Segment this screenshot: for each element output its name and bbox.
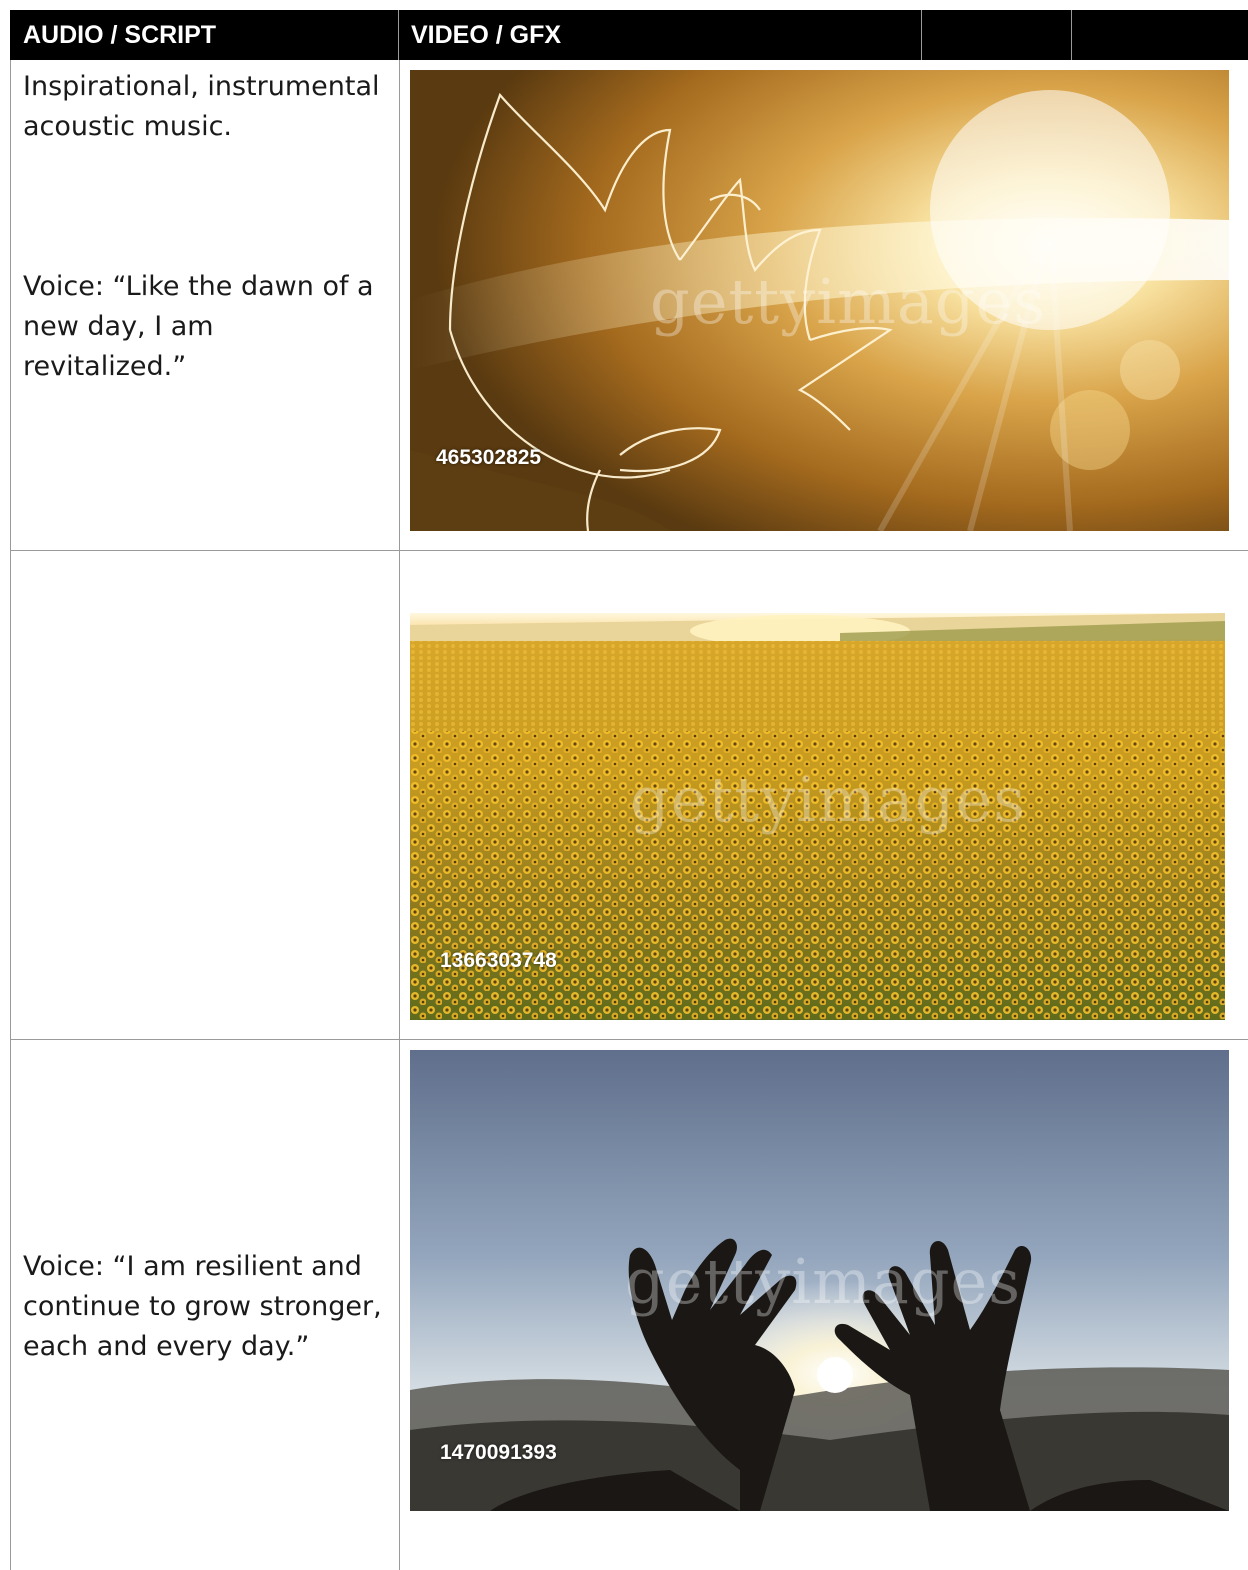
column-divider: [399, 60, 400, 1570]
header-video-gfx: VIDEO / GFX: [411, 21, 562, 49]
script-document: AUDIO / SCRIPT VIDEO / GFX Inspirational…: [0, 0, 1248, 1570]
stock-image-hands-sun: gettyimages 1470091393: [410, 1050, 1229, 1511]
row-divider: [10, 550, 1248, 551]
stock-image-sunflower-backlit: gettyimages 465302825: [410, 70, 1229, 531]
table-row-3-voice: Voice: “I am resilient and continue to g…: [23, 1247, 383, 1367]
table-header: AUDIO / SCRIPT VIDEO / GFX: [10, 10, 1248, 60]
stock-image-sunflower-field: gettyimages 1366303748: [410, 613, 1225, 1020]
table-row-1-script: Inspirational, instrumental acoustic mus…: [23, 67, 383, 147]
clip-id-label: 1470091393: [440, 1441, 557, 1464]
table-row-1-voice: Voice: “Like the dawn of a new day, I am…: [23, 267, 383, 387]
watermark-text: gettyimages: [630, 763, 1027, 836]
header-column-4: [1071, 10, 1248, 60]
table-left-border: [10, 60, 11, 1570]
row-divider: [10, 1039, 1248, 1040]
script-voice-line: Voice: “Like the dawn of a new day, I am…: [23, 271, 374, 382]
header-audio-script: AUDIO / SCRIPT: [23, 21, 217, 49]
clip-id-label: 1366303748: [440, 949, 557, 972]
watermark-text: gettyimages: [625, 1245, 1022, 1318]
script-voice-line: Voice: “I am resilient and continue to g…: [23, 1251, 382, 1362]
header-column-3: [921, 10, 1071, 60]
clip-id-label: 465302825: [436, 446, 542, 469]
watermark-text: gettyimages: [650, 265, 1047, 338]
script-music-cue: Inspirational, instrumental acoustic mus…: [23, 71, 380, 142]
